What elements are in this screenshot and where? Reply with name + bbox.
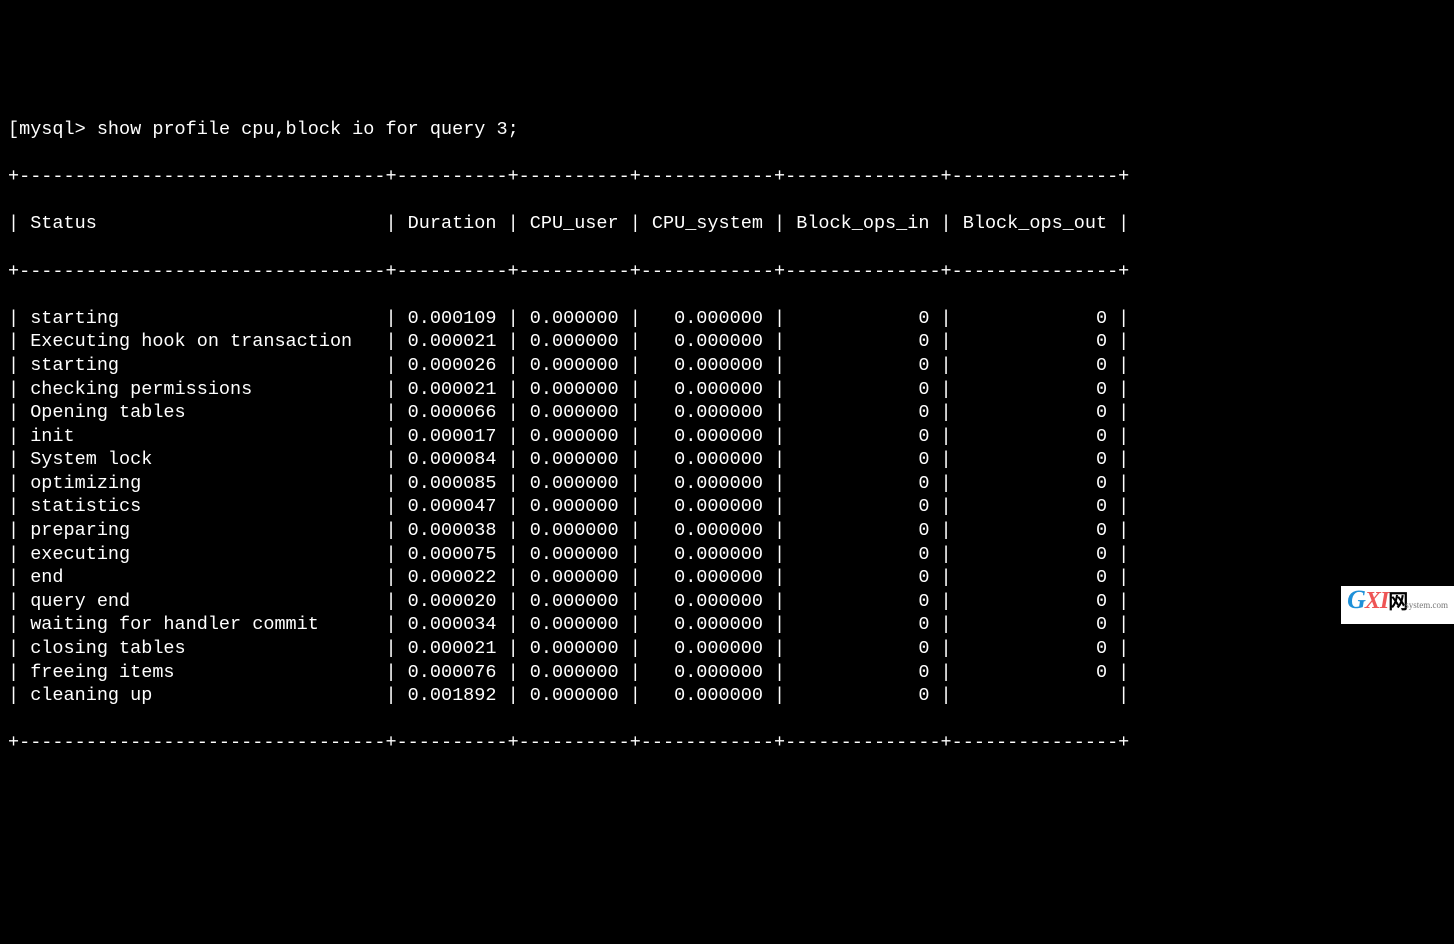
table-row: | query end | 0.000020 | 0.000000 | 0.00…	[8, 590, 1446, 614]
table-row: | executing | 0.000075 | 0.000000 | 0.00…	[8, 543, 1446, 567]
table-row: | end | 0.000022 | 0.000000 | 0.000000 |…	[8, 566, 1446, 590]
table-border-bottom: +---------------------------------+-----…	[8, 731, 1446, 755]
table-row: | cleaning up | 0.001892 | 0.000000 | 0.…	[8, 684, 1446, 708]
table-body: | starting | 0.000109 | 0.000000 | 0.000…	[8, 307, 1446, 708]
table-row: | optimizing | 0.000085 | 0.000000 | 0.0…	[8, 472, 1446, 496]
command-text: show profile cpu,block io for query 3;	[97, 119, 519, 140]
table-row: | statistics | 0.000047 | 0.000000 | 0.0…	[8, 495, 1446, 519]
terminal-output[interactable]: [mysql> show profile cpu,block io for qu…	[0, 94, 1454, 778]
table-border-mid: +---------------------------------+-----…	[8, 260, 1446, 284]
table-border-top: +---------------------------------+-----…	[8, 165, 1446, 189]
table-row: | init | 0.000017 | 0.000000 | 0.000000 …	[8, 425, 1446, 449]
watermark-g: G	[1347, 588, 1365, 612]
table-row: | preparing | 0.000038 | 0.000000 | 0.00…	[8, 519, 1446, 543]
watermark-xi: XI	[1365, 590, 1388, 614]
table-header-row: | Status | Duration | CPU_user | CPU_sys…	[8, 212, 1446, 236]
watermark-sub: system.com	[1405, 594, 1448, 618]
table-row: | starting | 0.000026 | 0.000000 | 0.000…	[8, 354, 1446, 378]
prompt-text: [mysql>	[8, 119, 97, 140]
command-line: [mysql> show profile cpu,block io for qu…	[8, 118, 1446, 142]
table-row: | checking permissions | 0.000021 | 0.00…	[8, 378, 1446, 402]
table-row: | Opening tables | 0.000066 | 0.000000 |…	[8, 401, 1446, 425]
table-row: | waiting for handler commit | 0.000034 …	[8, 613, 1446, 637]
table-row: | System lock | 0.000084 | 0.000000 | 0.…	[8, 448, 1446, 472]
table-row: | closing tables | 0.000021 | 0.000000 |…	[8, 637, 1446, 661]
table-row: | freeing items | 0.000076 | 0.000000 | …	[8, 661, 1446, 685]
watermark-logo: G XI 网 system.com	[1341, 586, 1454, 624]
table-row: | Executing hook on transaction | 0.0000…	[8, 330, 1446, 354]
table-row: | starting | 0.000109 | 0.000000 | 0.000…	[8, 307, 1446, 331]
